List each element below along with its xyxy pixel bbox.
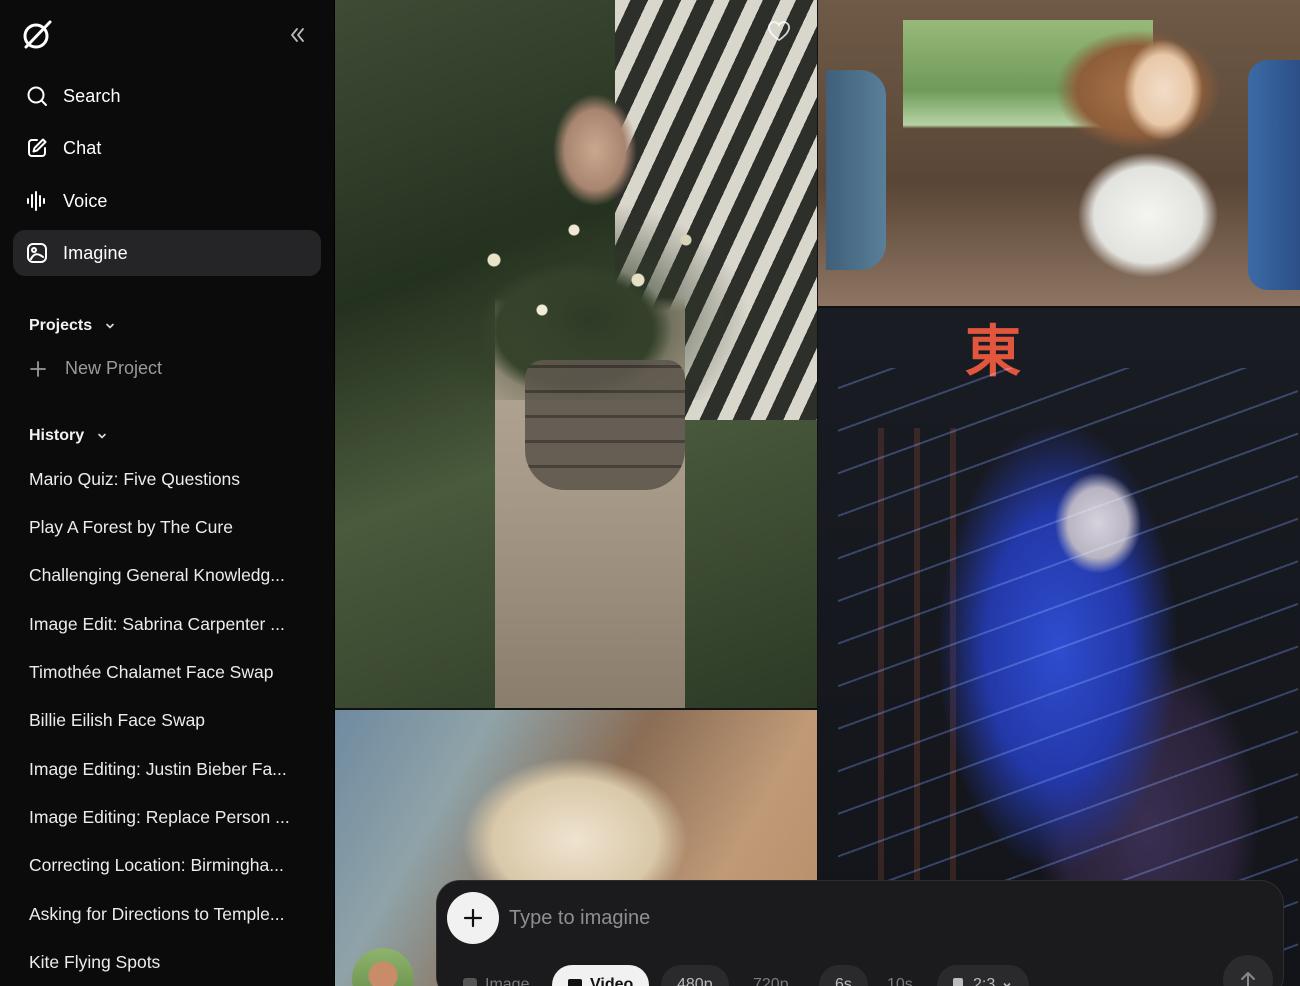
- nav-chat[interactable]: Chat: [13, 125, 321, 171]
- sidebar: Search Chat Voice Imagine Projects New P…: [0, 0, 334, 986]
- chip-label: 10s: [887, 976, 913, 986]
- nav-imagine[interactable]: Imagine: [13, 230, 321, 276]
- chip-label: 2:3: [973, 976, 996, 986]
- nav-search[interactable]: Search: [13, 73, 321, 119]
- history-header[interactable]: History: [29, 427, 108, 445]
- gallery-image-anime-train[interactable]: [818, 0, 1300, 306]
- resolution-720p-chip[interactable]: 720p: [737, 965, 805, 986]
- aspect-ratio-select[interactable]: 2:3: [937, 965, 1030, 986]
- nav-label: Imagine: [63, 242, 128, 263]
- add-attachment-button[interactable]: [447, 892, 499, 944]
- nav-label: Chat: [63, 137, 102, 158]
- history-item[interactable]: Image Editing: Replace Person ...: [29, 805, 304, 829]
- chip-label: 720p: [753, 976, 789, 986]
- search-icon: [26, 85, 48, 107]
- chevron-down-icon: [1003, 982, 1011, 986]
- arrow-up-icon: [1241, 972, 1255, 986]
- history-item[interactable]: Correcting Location: Birmingha...: [29, 853, 304, 877]
- duration-10s-chip[interactable]: 10s: [871, 965, 929, 986]
- send-button[interactable]: [1223, 955, 1273, 986]
- chip-label: Video: [590, 976, 634, 986]
- chevron-down-icon: [106, 323, 114, 329]
- heart-icon[interactable]: [767, 20, 791, 42]
- basket-detail: [525, 360, 685, 490]
- chip-label: 6s: [835, 976, 852, 986]
- history-title: History: [29, 427, 85, 444]
- imagine-icon: [26, 242, 48, 264]
- history-item[interactable]: Mario Quiz: Five Questions: [29, 467, 304, 491]
- prompt-bar: Image Video 480p 720p 6s 10s 2:3: [436, 880, 1284, 986]
- plus-icon: [30, 360, 46, 377]
- history-item[interactable]: Timothée Chalamet Face Swap: [29, 660, 304, 684]
- nav-label: Voice: [63, 190, 108, 211]
- chevron-down-icon: [98, 433, 106, 439]
- duration-6s-chip[interactable]: 6s: [819, 965, 868, 986]
- history-item[interactable]: Image Editing: Justin Bieber Fa...: [29, 757, 304, 781]
- prompt-input[interactable]: [509, 901, 1109, 935]
- edit-icon: [26, 137, 48, 159]
- projects-header[interactable]: Projects: [29, 317, 116, 335]
- new-project-button[interactable]: New Project: [29, 358, 162, 379]
- nav-voice[interactable]: Voice: [13, 178, 321, 224]
- history-item[interactable]: Asking for Directions to Temple...: [29, 902, 304, 926]
- chip-label: Image: [485, 976, 530, 986]
- history-item[interactable]: Play A Forest by The Cure: [29, 515, 304, 539]
- seat-detail: [1248, 60, 1300, 290]
- video-icon: [568, 979, 582, 986]
- aspect-icon: [953, 978, 963, 986]
- image-gallery: 東: [335, 0, 1300, 986]
- image-icon: [463, 978, 477, 986]
- waveform-icon: [26, 190, 48, 212]
- history-item[interactable]: Kite Flying Spots: [29, 950, 304, 974]
- chip-label: 480p: [677, 976, 713, 986]
- history-item[interactable]: Image Edit: Sabrina Carpenter ...: [29, 612, 304, 636]
- history-item[interactable]: Challenging General Knowledg...: [29, 563, 304, 587]
- history-item[interactable]: Billie Eilish Face Swap: [29, 708, 304, 732]
- seat-detail: [826, 70, 886, 270]
- mode-image-chip[interactable]: Image: [447, 965, 545, 986]
- nav-label: Search: [63, 85, 121, 106]
- logo-icon[interactable]: [20, 18, 54, 52]
- projects-title: Projects: [29, 317, 93, 334]
- gallery-image-woman-flowers[interactable]: [335, 0, 817, 708]
- collapse-sidebar-icon[interactable]: [286, 24, 308, 46]
- mode-video-chip[interactable]: Video: [552, 965, 650, 986]
- plus-icon: [463, 908, 483, 928]
- new-project-label: New Project: [65, 358, 163, 378]
- resolution-480p-chip[interactable]: 480p: [661, 965, 729, 986]
